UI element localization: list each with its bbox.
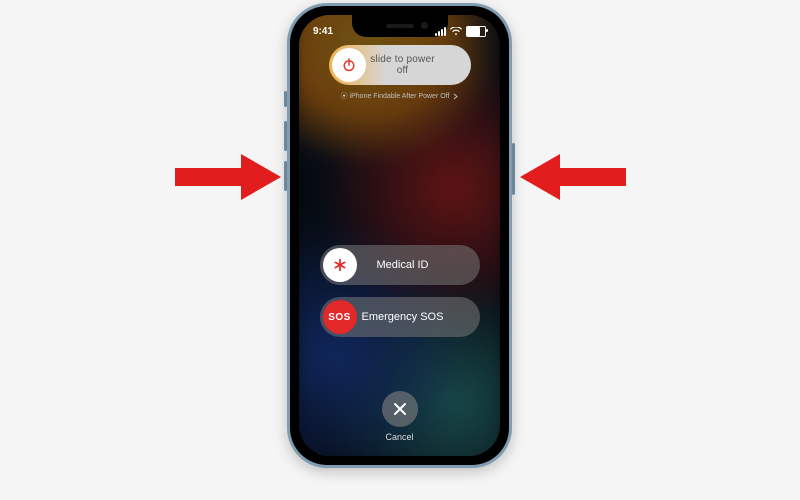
- screen: 9:41 slide to power off: [299, 15, 500, 456]
- status-bar: 9:41: [299, 23, 500, 39]
- cancel-button[interactable]: [382, 391, 418, 427]
- medical-id-label: Medical ID: [360, 259, 480, 271]
- power-icon: [341, 57, 357, 73]
- canvas: 9:41 slide to power off: [0, 0, 800, 500]
- findable-link[interactable]: ⦿ iPhone Findable After Power Off: [299, 91, 500, 101]
- cancel-label: Cancel: [385, 432, 413, 442]
- cancel-area: Cancel: [299, 391, 500, 442]
- sos-knob[interactable]: SOS: [323, 300, 357, 334]
- left-arrow-annotation: [175, 148, 285, 206]
- power-off-knob[interactable]: [332, 48, 366, 82]
- right-arrow-annotation: [516, 148, 626, 206]
- phone-inner: 9:41 slide to power off: [290, 6, 509, 465]
- side-power-button[interactable]: [512, 143, 515, 195]
- volume-down-button[interactable]: [284, 161, 287, 191]
- close-icon: [393, 402, 407, 416]
- sos-label: Emergency SOS: [360, 311, 480, 323]
- wifi-icon: [450, 27, 462, 36]
- emergency-sos-slider[interactable]: SOS Emergency SOS: [320, 297, 480, 337]
- chevron-right-icon: [453, 93, 458, 100]
- power-off-slider[interactable]: slide to power off: [329, 45, 471, 85]
- status-right: [435, 26, 486, 37]
- power-off-label: slide to power off: [369, 54, 471, 76]
- findable-text: iPhone Findable After Power Off: [350, 93, 450, 100]
- battery-icon: [466, 26, 486, 37]
- status-time: 9:41: [313, 26, 333, 37]
- asterisk-icon: [333, 258, 347, 272]
- medical-id-knob[interactable]: [323, 248, 357, 282]
- iphone-frame: 9:41 slide to power off: [287, 3, 512, 468]
- volume-up-button[interactable]: [284, 121, 287, 151]
- signal-icon: [435, 27, 446, 36]
- mute-switch[interactable]: [284, 91, 287, 107]
- medical-id-slider[interactable]: Medical ID: [320, 245, 480, 285]
